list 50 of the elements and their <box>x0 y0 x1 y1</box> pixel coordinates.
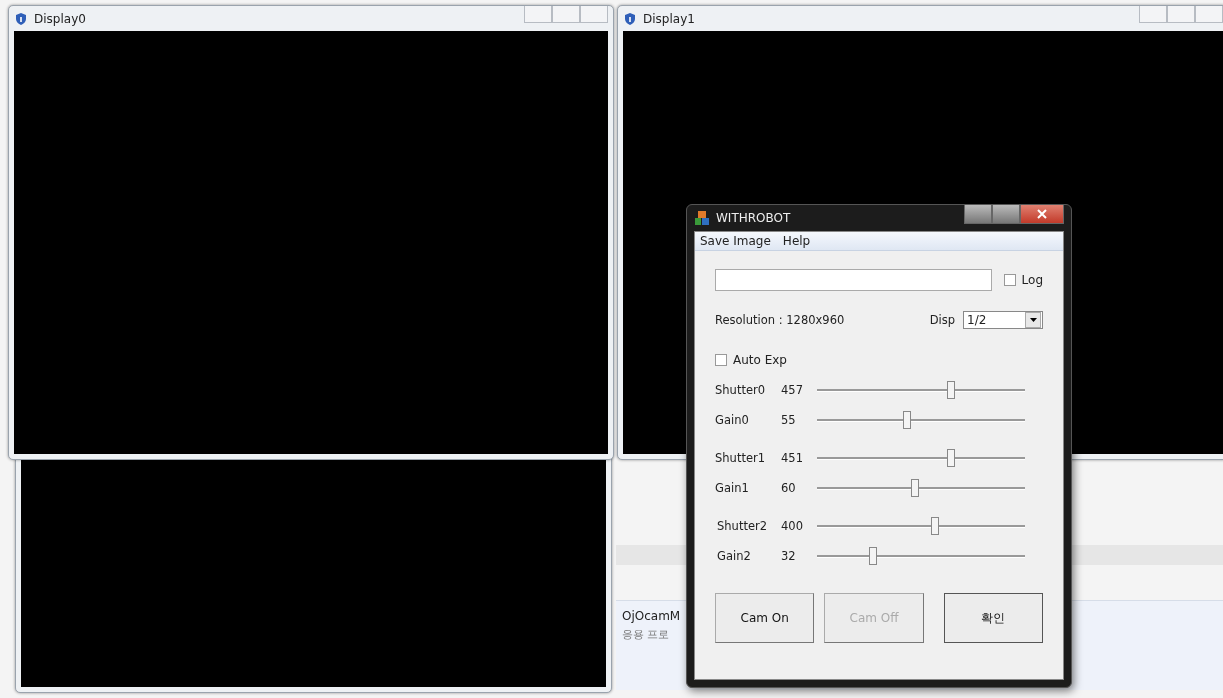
shield-icon <box>623 11 637 26</box>
slider-value: 451 <box>781 451 804 465</box>
slider-value: 457 <box>781 383 804 397</box>
slider-label: Gain2 <box>716 549 752 563</box>
shield-icon <box>14 11 28 26</box>
window-title: Display0 <box>34 11 86 26</box>
log-checkbox[interactable]: Log <box>1003 273 1043 287</box>
slider-thumb[interactable] <box>947 381 955 399</box>
dialog-title: WITHROBOT <box>716 211 791 225</box>
action-button[interactable]: 확인 <box>943 593 1043 643</box>
minimize-button[interactable] <box>1139 6 1167 23</box>
maximize-button[interactable] <box>1167 6 1195 23</box>
slider-thumb[interactable] <box>911 479 919 497</box>
menu-item[interactable]: Help <box>782 234 811 248</box>
slider-label: Gain1 <box>715 481 750 495</box>
auto-exp-checkbox[interactable]: Auto Exp <box>715 353 787 367</box>
slider-track[interactable] <box>817 449 1025 467</box>
slider-label: Shutter0 <box>715 383 766 397</box>
slider-value: 32 <box>781 549 797 563</box>
text-field[interactable] <box>715 269 992 291</box>
slider-label: Shutter2 <box>716 519 768 533</box>
slider-track[interactable] <box>817 479 1025 497</box>
slider-thumb[interactable] <box>947 449 955 467</box>
slider-value: 400 <box>781 519 804 533</box>
close-icon <box>1037 209 1047 219</box>
slider-thumb[interactable] <box>903 411 911 429</box>
close-button[interactable] <box>1020 205 1064 224</box>
menu-item[interactable]: Save Image <box>700 234 771 248</box>
disp-label: Disp <box>929 313 955 327</box>
item-subtitle: 응용 프로 <box>622 627 670 642</box>
maximize-button[interactable] <box>992 205 1020 224</box>
slider-track[interactable] <box>817 381 1025 399</box>
caret-icon <box>1029 318 1037 322</box>
slider-track[interactable] <box>817 411 1025 429</box>
slider-track[interactable] <box>817 517 1025 535</box>
action-button[interactable]: Cam On <box>715 593 815 643</box>
slider-value: 60 <box>781 481 797 495</box>
app-icon <box>694 210 710 226</box>
minimize-button[interactable] <box>964 205 992 224</box>
item-title: OjOcamM <box>622 609 681 623</box>
slider-label: Gain0 <box>715 413 750 427</box>
disp-dropdown[interactable]: 1/2 <box>963 311 1043 329</box>
resolution-label: Resolution : 1280x960 <box>715 313 845 327</box>
maximize-button[interactable] <box>552 6 580 23</box>
minimize-button[interactable] <box>524 6 552 23</box>
slider-value: 55 <box>781 413 797 427</box>
window-title: Display1 <box>643 11 695 26</box>
slider-thumb[interactable] <box>931 517 939 535</box>
slider-label: Shutter1 <box>715 451 766 465</box>
slider-thumb[interactable] <box>869 547 877 565</box>
